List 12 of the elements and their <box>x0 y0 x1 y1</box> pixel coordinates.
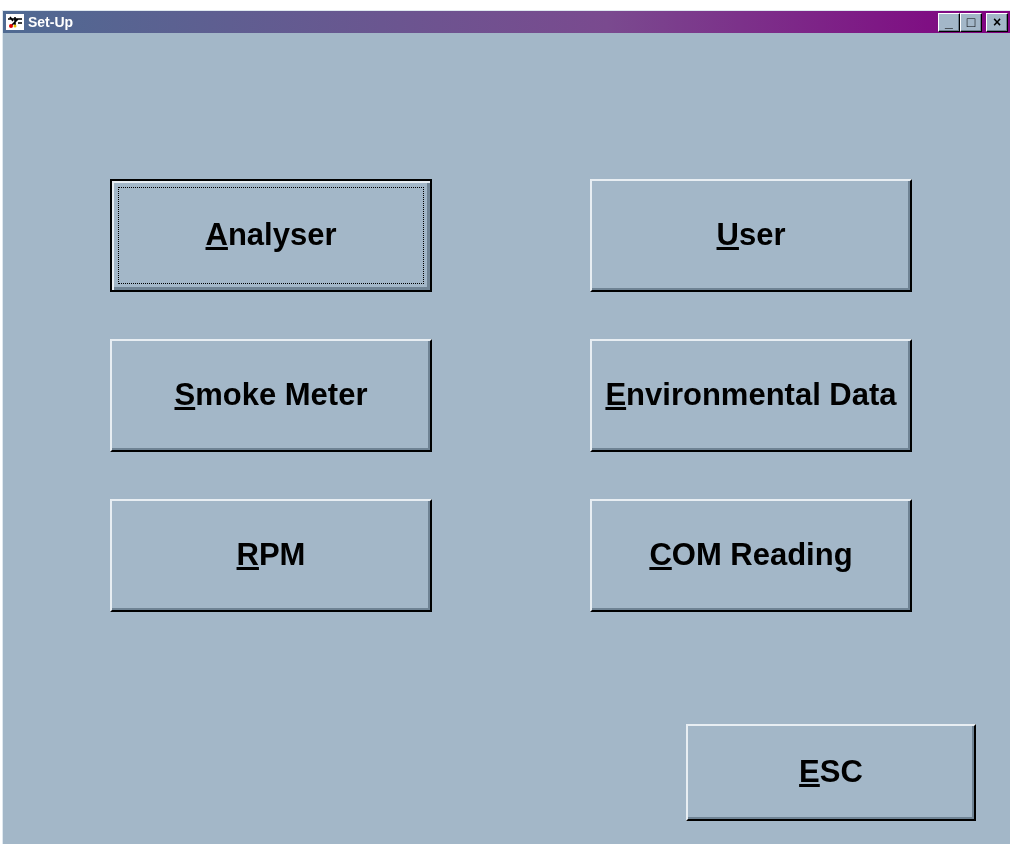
button[interactable]: Environmental Data <box>590 339 912 452</box>
button[interactable]: COM Reading <box>590 499 912 612</box>
button[interactable]: Analyser <box>110 179 432 292</box>
app-icon <box>6 14 24 30</box>
esc-button[interactable]: ESC <box>686 724 976 821</box>
close-button[interactable]: × <box>986 12 1008 32</box>
button[interactable]: RPM <box>110 499 432 612</box>
button[interactable]: User <box>590 179 912 292</box>
button[interactable]: Smoke Meter <box>110 339 432 452</box>
minimize-button[interactable]: _ <box>938 12 960 32</box>
window-title: Set-Up <box>28 12 74 32</box>
maximize-button[interactable]: □ <box>960 12 982 32</box>
